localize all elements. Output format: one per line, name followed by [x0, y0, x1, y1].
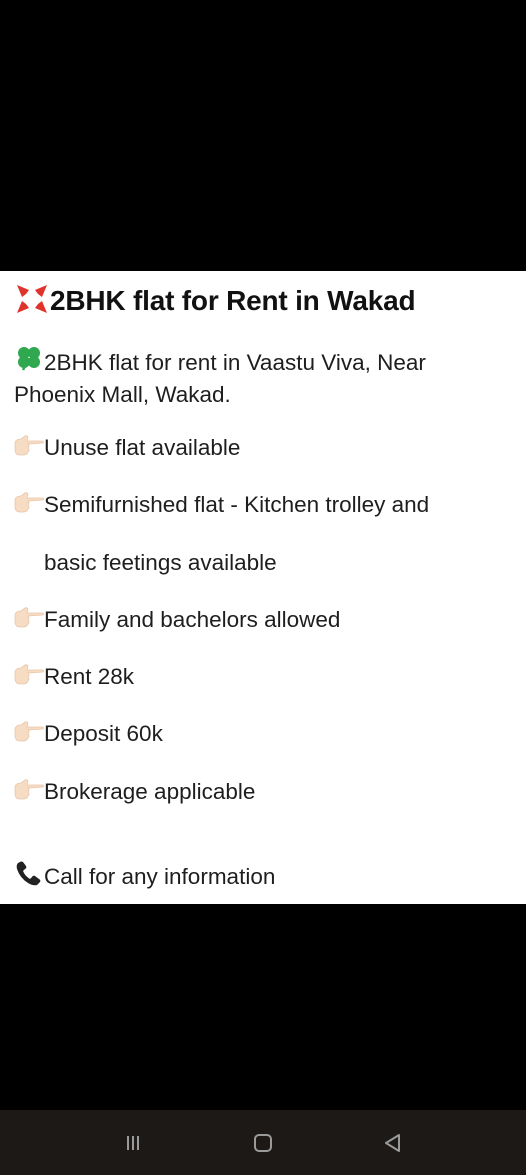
bullet-item: Brokerage applicable — [14, 776, 255, 808]
call-line: Call for any information — [14, 861, 275, 893]
intro-text: 2BHK flat for rent in Vaastu Viva, Near … — [14, 345, 514, 410]
bullet-text: Rent 28k — [44, 664, 135, 689]
anger-symbol-icon — [14, 282, 50, 321]
bullet-text: Brokerage applicable — [44, 779, 256, 804]
bullet-item: Rent 28k — [14, 661, 134, 693]
bullet-item: Family and bachelors allowed — [14, 604, 340, 636]
post-title-row: 2BHK flat for Rent in Wakad — [14, 282, 416, 321]
bottom-black-area — [0, 904, 526, 1110]
recent-apps-icon[interactable] — [118, 1128, 148, 1158]
top-black-area — [0, 0, 526, 271]
bullet-continuation: basic feetings available — [44, 547, 277, 579]
pointing-hand-icon — [14, 489, 44, 521]
back-icon[interactable] — [378, 1128, 408, 1158]
pointing-hand-icon — [14, 661, 44, 693]
bullet-text: Semifurnished flat - Kitchen trolley and — [44, 492, 430, 517]
message-image: 2BHK flat for Rent in Wakad 2BHK flat fo… — [0, 271, 526, 904]
bullet-text: Unuse flat available — [44, 435, 241, 460]
intro-line-2: Phoenix Mall, Wakad. — [14, 382, 231, 407]
system-navigation-bar — [0, 1110, 526, 1175]
post-title: 2BHK flat for Rent in Wakad — [50, 285, 416, 316]
shamrock-icon — [14, 345, 44, 379]
telephone-icon — [14, 860, 44, 894]
bullet-item: Unuse flat available — [14, 432, 240, 464]
pointing-hand-icon — [14, 432, 44, 464]
bullet-text: Family and bachelors allowed — [44, 607, 341, 632]
pointing-hand-icon — [14, 718, 44, 750]
call-text: Call for any information — [44, 864, 276, 889]
bullet-item: Deposit 60k — [14, 718, 163, 750]
bullet-text: basic feetings available — [44, 550, 277, 575]
pointing-hand-icon — [14, 604, 44, 636]
home-icon[interactable] — [248, 1128, 278, 1158]
pointing-hand-icon — [14, 776, 44, 808]
intro-line-1: 2BHK flat for rent in Vaastu Viva, Near — [44, 349, 426, 375]
bullet-text: Deposit 60k — [44, 721, 163, 746]
bullet-item: Semifurnished flat - Kitchen trolley and — [14, 489, 429, 521]
